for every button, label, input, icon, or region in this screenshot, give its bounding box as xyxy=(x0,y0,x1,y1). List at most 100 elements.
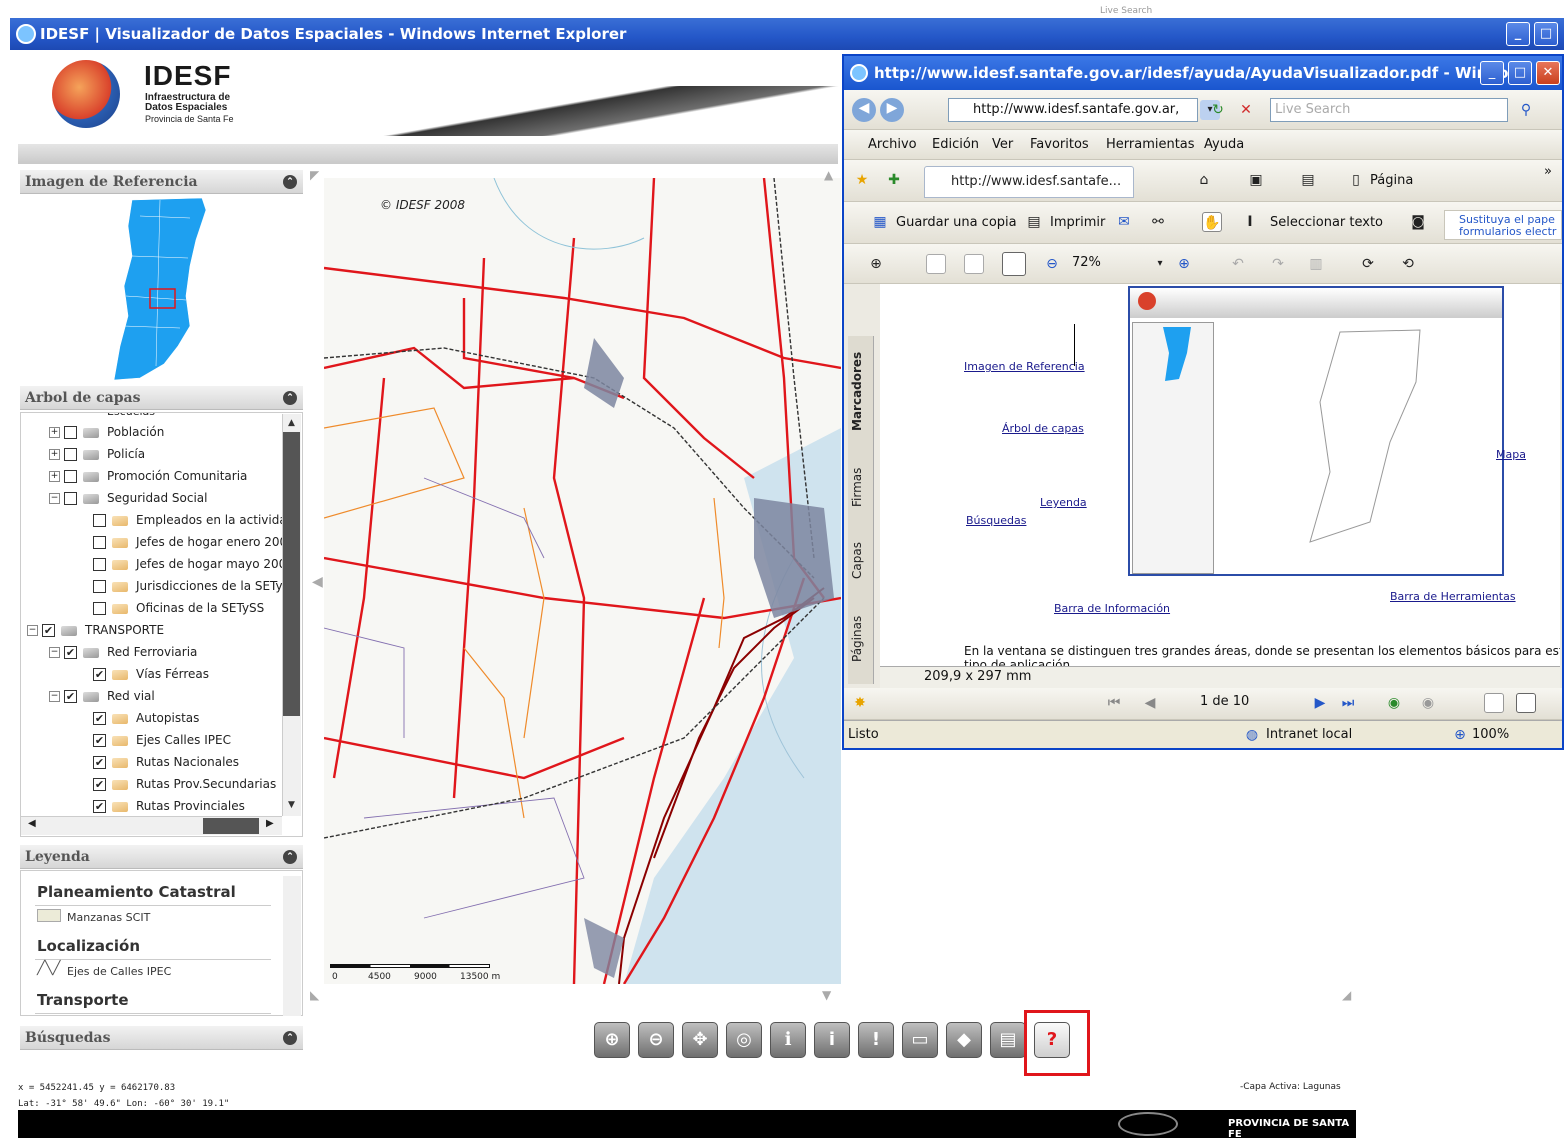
first-page-icon[interactable]: ⏮ xyxy=(1104,693,1124,713)
rotate-page-ccw-icon[interactable]: ⟲ xyxy=(1398,254,1418,274)
layer-checkbox[interactable]: ✔ xyxy=(93,712,106,725)
go-back-icon[interactable]: ◉ xyxy=(1384,693,1404,713)
tab-paginas[interactable]: Páginas xyxy=(850,604,872,674)
rotate-page-icon[interactable]: ⟳ xyxy=(1358,254,1378,274)
next-page-icon[interactable]: ▶ xyxy=(1310,693,1330,713)
tree-row[interactable]: + Policía xyxy=(49,443,145,465)
pdf-window-titlebar[interactable]: http://www.idesf.santafe.gov.ar/idesf/ay… xyxy=(844,56,1562,90)
collapse-icon[interactable]: ⌃ xyxy=(283,1031,297,1045)
layer-checkbox[interactable] xyxy=(93,602,106,615)
main-window-titlebar[interactable]: IDESF | Visualizador de Datos Espaciales… xyxy=(10,18,1564,50)
tree-row[interactable]: Jurisdicciones de la SETy xyxy=(71,575,283,597)
zoom-out-circle-icon[interactable]: ⊖ xyxy=(1042,254,1062,274)
last-page-icon[interactable]: ⏭ xyxy=(1338,693,1358,713)
add-favorite-icon[interactable]: ✚ xyxy=(884,170,904,190)
tree-row[interactable]: ✔ Autopistas xyxy=(71,707,199,729)
layer-checkbox[interactable]: ✔ xyxy=(64,646,77,659)
collapse-icon[interactable]: ⌃ xyxy=(283,175,297,189)
tree-row[interactable]: Jefes de hogar mayo 200 xyxy=(71,553,286,575)
collapse-tree-icon[interactable]: − xyxy=(49,493,60,504)
reference-panel-header[interactable]: Imagen de Referencia ⌃ xyxy=(20,170,303,194)
save-disk-icon[interactable]: ▦ xyxy=(870,212,890,232)
layer-checkbox[interactable] xyxy=(93,514,106,527)
fit-page-icon[interactable] xyxy=(964,254,984,274)
fit-width-icon[interactable] xyxy=(1002,252,1026,276)
menu-archivo[interactable]: Archivo xyxy=(868,137,917,152)
menu-ayuda[interactable]: Ayuda xyxy=(1204,137,1244,152)
printer-icon[interactable]: ▤ xyxy=(1024,212,1044,232)
tab-firmas[interactable]: Firmas xyxy=(850,456,872,518)
tree-horizontal-scroll-thumb[interactable] xyxy=(203,818,259,834)
link-barra-informacion[interactable]: Barra de Información xyxy=(1054,602,1170,615)
printer-icon[interactable]: ▤ xyxy=(1298,170,1318,190)
stop-icon[interactable]: ✕ xyxy=(1236,100,1256,120)
zoom-magnifier-icon[interactable]: ⊕ xyxy=(1450,725,1470,745)
hand-tool-icon[interactable]: ✋ xyxy=(1202,212,1222,232)
tree-row[interactable]: + Población xyxy=(49,421,164,443)
pan-sw-arrow-icon[interactable]: ◣ xyxy=(310,988,319,1002)
menu-favoritos[interactable]: Favoritos xyxy=(1030,137,1089,152)
link-barra-herramientas[interactable]: Barra de Herramientas xyxy=(1390,590,1516,603)
collapse-tree-icon[interactable]: − xyxy=(27,625,38,636)
save-copy-button[interactable]: Guardar una copia xyxy=(896,215,1017,230)
ruler-icon[interactable]: ▭ xyxy=(902,1022,938,1058)
expand-icon[interactable]: + xyxy=(49,471,60,482)
address-field[interactable]: http://www.idesf.santafe.gov.ar, xyxy=(948,98,1198,122)
tree-row[interactable]: ✔ Vías Férreas xyxy=(71,663,209,685)
promo-banner[interactable]: Sustituya el pape formularios electr xyxy=(1444,210,1562,240)
search-icon[interactable]: ⚲ xyxy=(1516,100,1536,120)
pan-icon[interactable]: ✥ xyxy=(682,1022,718,1058)
search-panel-header[interactable]: Búsquedas ⌃ xyxy=(20,1026,303,1050)
expand-icon[interactable]: + xyxy=(49,427,60,438)
tree-vertical-scroll-thumb[interactable] xyxy=(283,432,300,716)
select-text-button[interactable]: Seleccionar texto xyxy=(1270,215,1383,230)
zoom-in-icon[interactable]: ⊕ xyxy=(594,1022,630,1058)
layer-checkbox[interactable]: ✔ xyxy=(42,624,55,637)
tree-row[interactable]: + Promoción Comunitaria xyxy=(49,465,247,487)
legend-panel-header[interactable]: Leyenda ⌃ xyxy=(20,845,303,869)
maximize-button[interactable]: □ xyxy=(1534,22,1558,46)
menu-herramientas[interactable]: Herramientas xyxy=(1106,137,1195,152)
reference-map[interactable] xyxy=(20,196,303,382)
email-icon[interactable]: ✉ xyxy=(1114,212,1134,232)
actual-size-icon[interactable] xyxy=(926,254,946,274)
menu-ver[interactable]: Ver xyxy=(992,137,1013,152)
legend-scrollbar[interactable] xyxy=(283,876,301,1016)
zoom-out-icon[interactable]: ⊖ xyxy=(638,1022,674,1058)
page-menu[interactable]: Página xyxy=(1370,173,1413,188)
browser-tab[interactable]: http://www.idesf.santafe... xyxy=(924,166,1134,198)
layer-checkbox[interactable]: ✔ xyxy=(93,734,106,747)
minimize-button[interactable]: _ xyxy=(1506,22,1530,46)
layer-checkbox[interactable] xyxy=(93,580,106,593)
zoom-in-circle-icon[interactable]: ⊕ xyxy=(1174,254,1194,274)
tree-row[interactable]: − Seguridad Social xyxy=(49,487,207,509)
home-icon[interactable]: ⌂ xyxy=(1194,170,1214,190)
tree-row[interactable]: ✔ Rutas Provinciales xyxy=(71,795,245,817)
scroll-down-arrow-icon[interactable]: ▼ xyxy=(283,796,300,814)
link-arbol-capas[interactable]: Árbol de capas xyxy=(1002,422,1084,435)
marker-icon[interactable]: ! xyxy=(858,1022,894,1058)
more-chevron-icon[interactable]: » xyxy=(1544,164,1552,179)
print-button[interactable]: Imprimir xyxy=(1050,215,1105,230)
search-input[interactable]: Live Search xyxy=(1270,98,1508,122)
pan-west-arrow-icon[interactable]: ◀ xyxy=(312,574,323,590)
layer-checkbox[interactable] xyxy=(64,492,77,505)
maximize-button[interactable]: □ xyxy=(1508,61,1532,85)
security-icon[interactable]: ✸ xyxy=(850,693,870,713)
layer-checkbox[interactable]: ✔ xyxy=(64,690,77,703)
collapse-icon[interactable]: ⌃ xyxy=(283,850,297,864)
tree-row[interactable]: ✔ Rutas Nacionales xyxy=(71,751,239,773)
zoom-field[interactable]: 72% xyxy=(1066,252,1146,276)
help-icon[interactable]: ? xyxy=(1034,1022,1070,1058)
tree-row[interactable]: Oficinas de la SETySS xyxy=(71,597,264,619)
collapse-icon[interactable]: ⌃ xyxy=(283,391,297,405)
collapse-tree-icon[interactable]: − xyxy=(49,691,60,702)
tree-row[interactable]: − ✔ Red Ferroviaria xyxy=(49,641,197,663)
link-imagen-referencia[interactable]: Imagen de Referencia xyxy=(964,360,1085,373)
pan-north-arrow-icon[interactable]: ▲ xyxy=(824,168,833,182)
layer-checkbox[interactable] xyxy=(64,470,77,483)
status-zoom[interactable]: 100% xyxy=(1472,727,1509,742)
info-box-icon[interactable]: i xyxy=(814,1022,850,1058)
single-page-icon[interactable] xyxy=(1484,693,1504,713)
continuous-page-icon[interactable] xyxy=(1516,693,1536,713)
